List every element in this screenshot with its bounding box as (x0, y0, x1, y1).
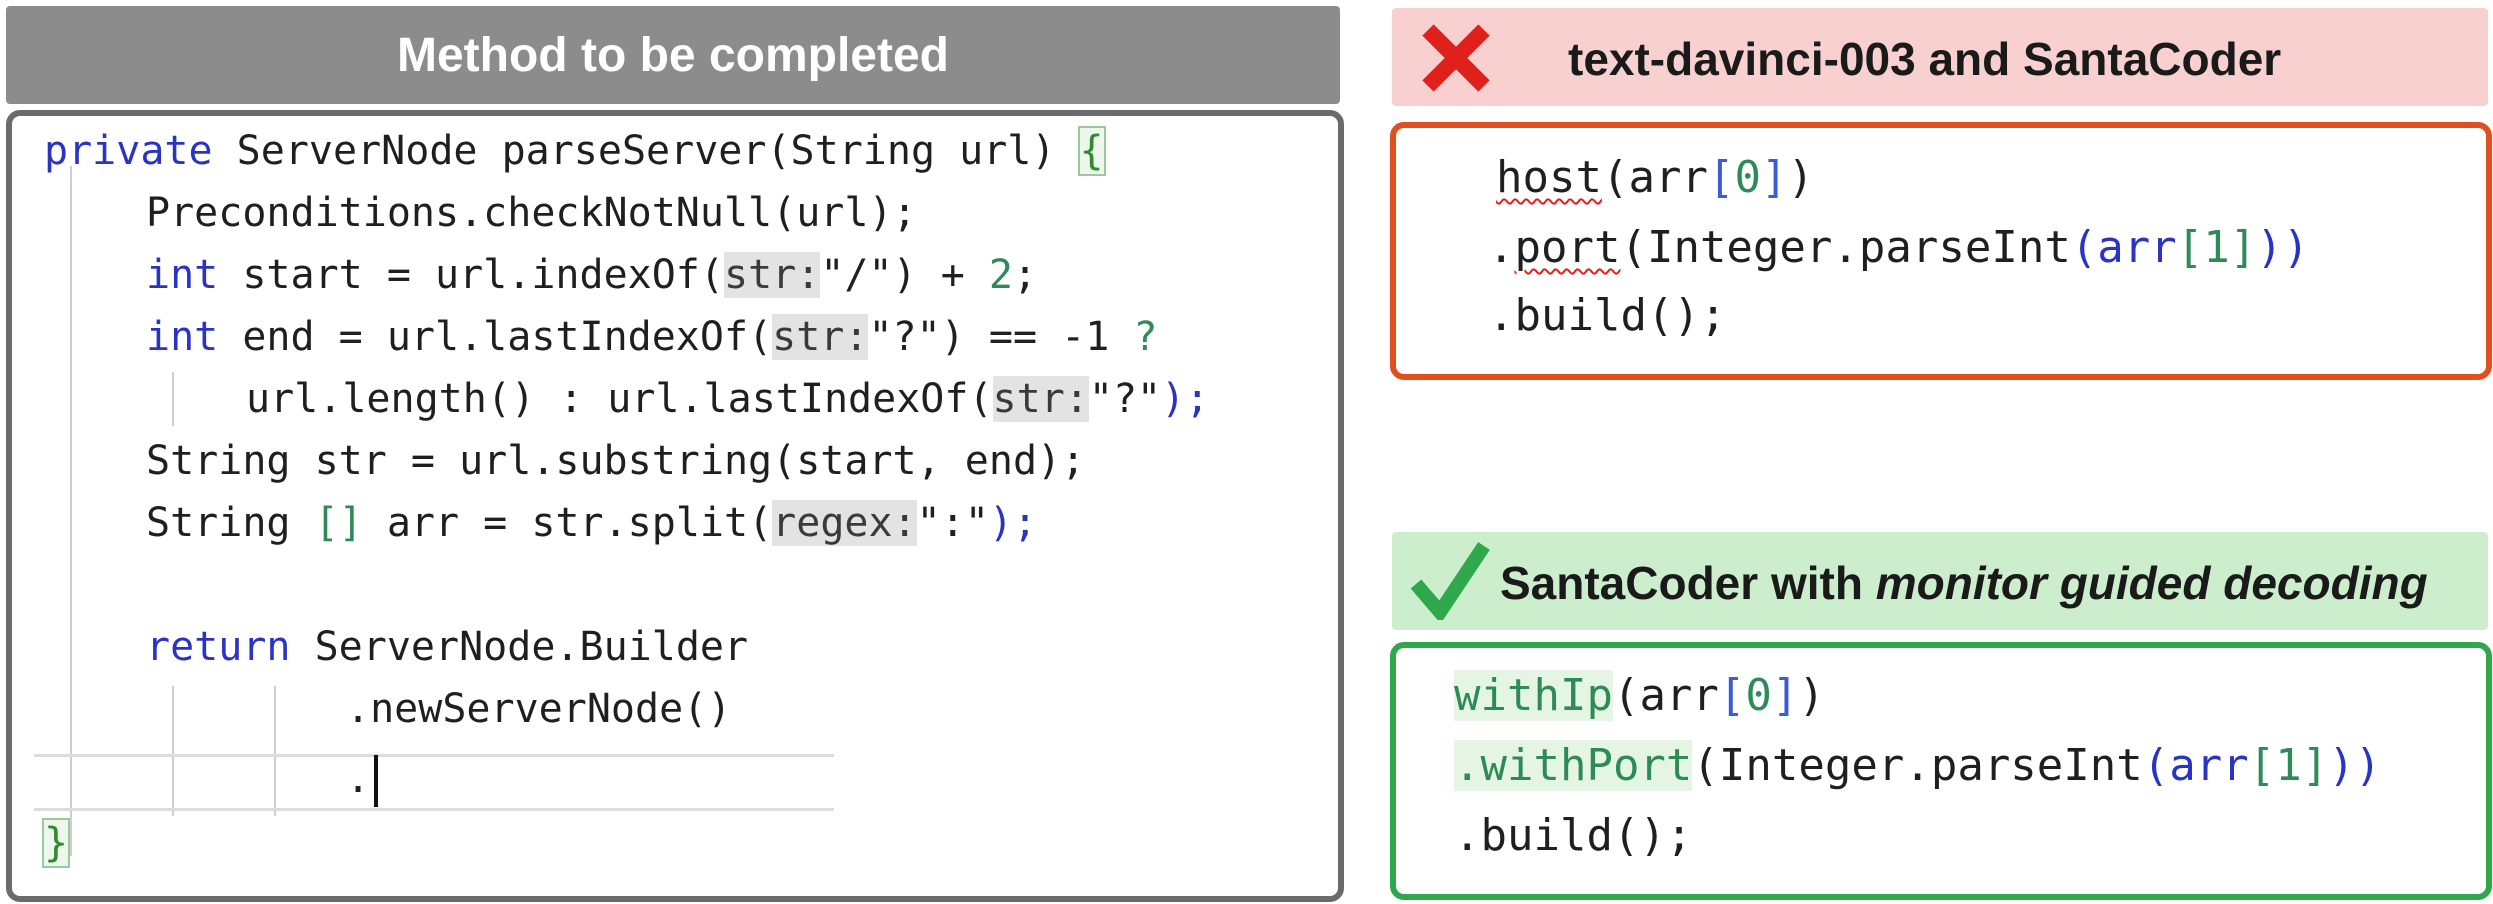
code-line-10: . (346, 752, 379, 807)
param-hint: str: (992, 376, 1089, 422)
param-hint: str: (772, 314, 869, 360)
indent-guide (70, 166, 72, 856)
method-code-panel: private ServerNode parseServer(String ur… (6, 110, 1344, 902)
baseline-line-3: .build(); (1488, 290, 1727, 341)
current-line-border (34, 754, 834, 757)
code-line-4: int end = url.lastIndexOf(str:"?") == -1… (146, 314, 1158, 360)
mgd-line-2: .withPort(Integer.parseInt(arr[1])) (1454, 740, 2382, 791)
mgd-line-3: .build(); (1454, 810, 1693, 861)
open-brace: { (1077, 126, 1106, 176)
code-line-3: int start = url.indexOf(str:"/") + 2; (146, 252, 1038, 298)
baseline-title: text-davinci-003 and SantaCoder (1568, 33, 2282, 85)
method-header: Method to be completed (6, 6, 1340, 104)
baseline-completion-panel: host(arr[0]) .port(Integer.parseInt(arr[… (1390, 122, 2492, 380)
code-line-1: private ServerNode parseServer(String ur… (44, 126, 1106, 176)
param-hint: str: (723, 252, 821, 298)
close-brace: } (41, 818, 71, 868)
indent-guide (274, 686, 276, 816)
mgd-header: SantaCoder with monitor guided decoding (1392, 532, 2488, 630)
code-line-6: String str = url.substring(start, end); (146, 438, 1086, 484)
code-line-7: String [] arr = str.split(regex:":"); (146, 500, 1038, 546)
red-x-icon (1422, 24, 1490, 92)
code-line-11: } (41, 816, 71, 870)
param-hint: regex: (772, 500, 917, 546)
mgd-line-1: withIp(arr[0]) (1454, 670, 1825, 721)
text-cursor (374, 755, 379, 807)
green-check-icon (1410, 542, 1490, 620)
mgd-title: SantaCoder with monitor guided decoding (1500, 557, 2428, 609)
mgd-completion-panel: withIp(arr[0]) .withPort(Integer.parseIn… (1390, 642, 2492, 900)
indent-guide (172, 372, 174, 426)
code-line-2: Preconditions.checkNotNull(url); (146, 190, 917, 236)
code-line-9: .newServerNode() (346, 686, 732, 732)
code-line-5: url.length() : url.lastIndexOf(str:"?"); (246, 376, 1210, 422)
baseline-header: text-davinci-003 and SantaCoder (1392, 8, 2488, 106)
current-line-border (34, 808, 834, 811)
indent-guide (172, 686, 174, 816)
code-line-8: return ServerNode.Builder (146, 624, 749, 670)
method-header-title: Method to be completed (397, 28, 949, 82)
baseline-line-2: .port(Integer.parseInt(arr[1])) (1488, 222, 2310, 273)
baseline-line-1: host(arr[0]) (1496, 152, 1814, 203)
